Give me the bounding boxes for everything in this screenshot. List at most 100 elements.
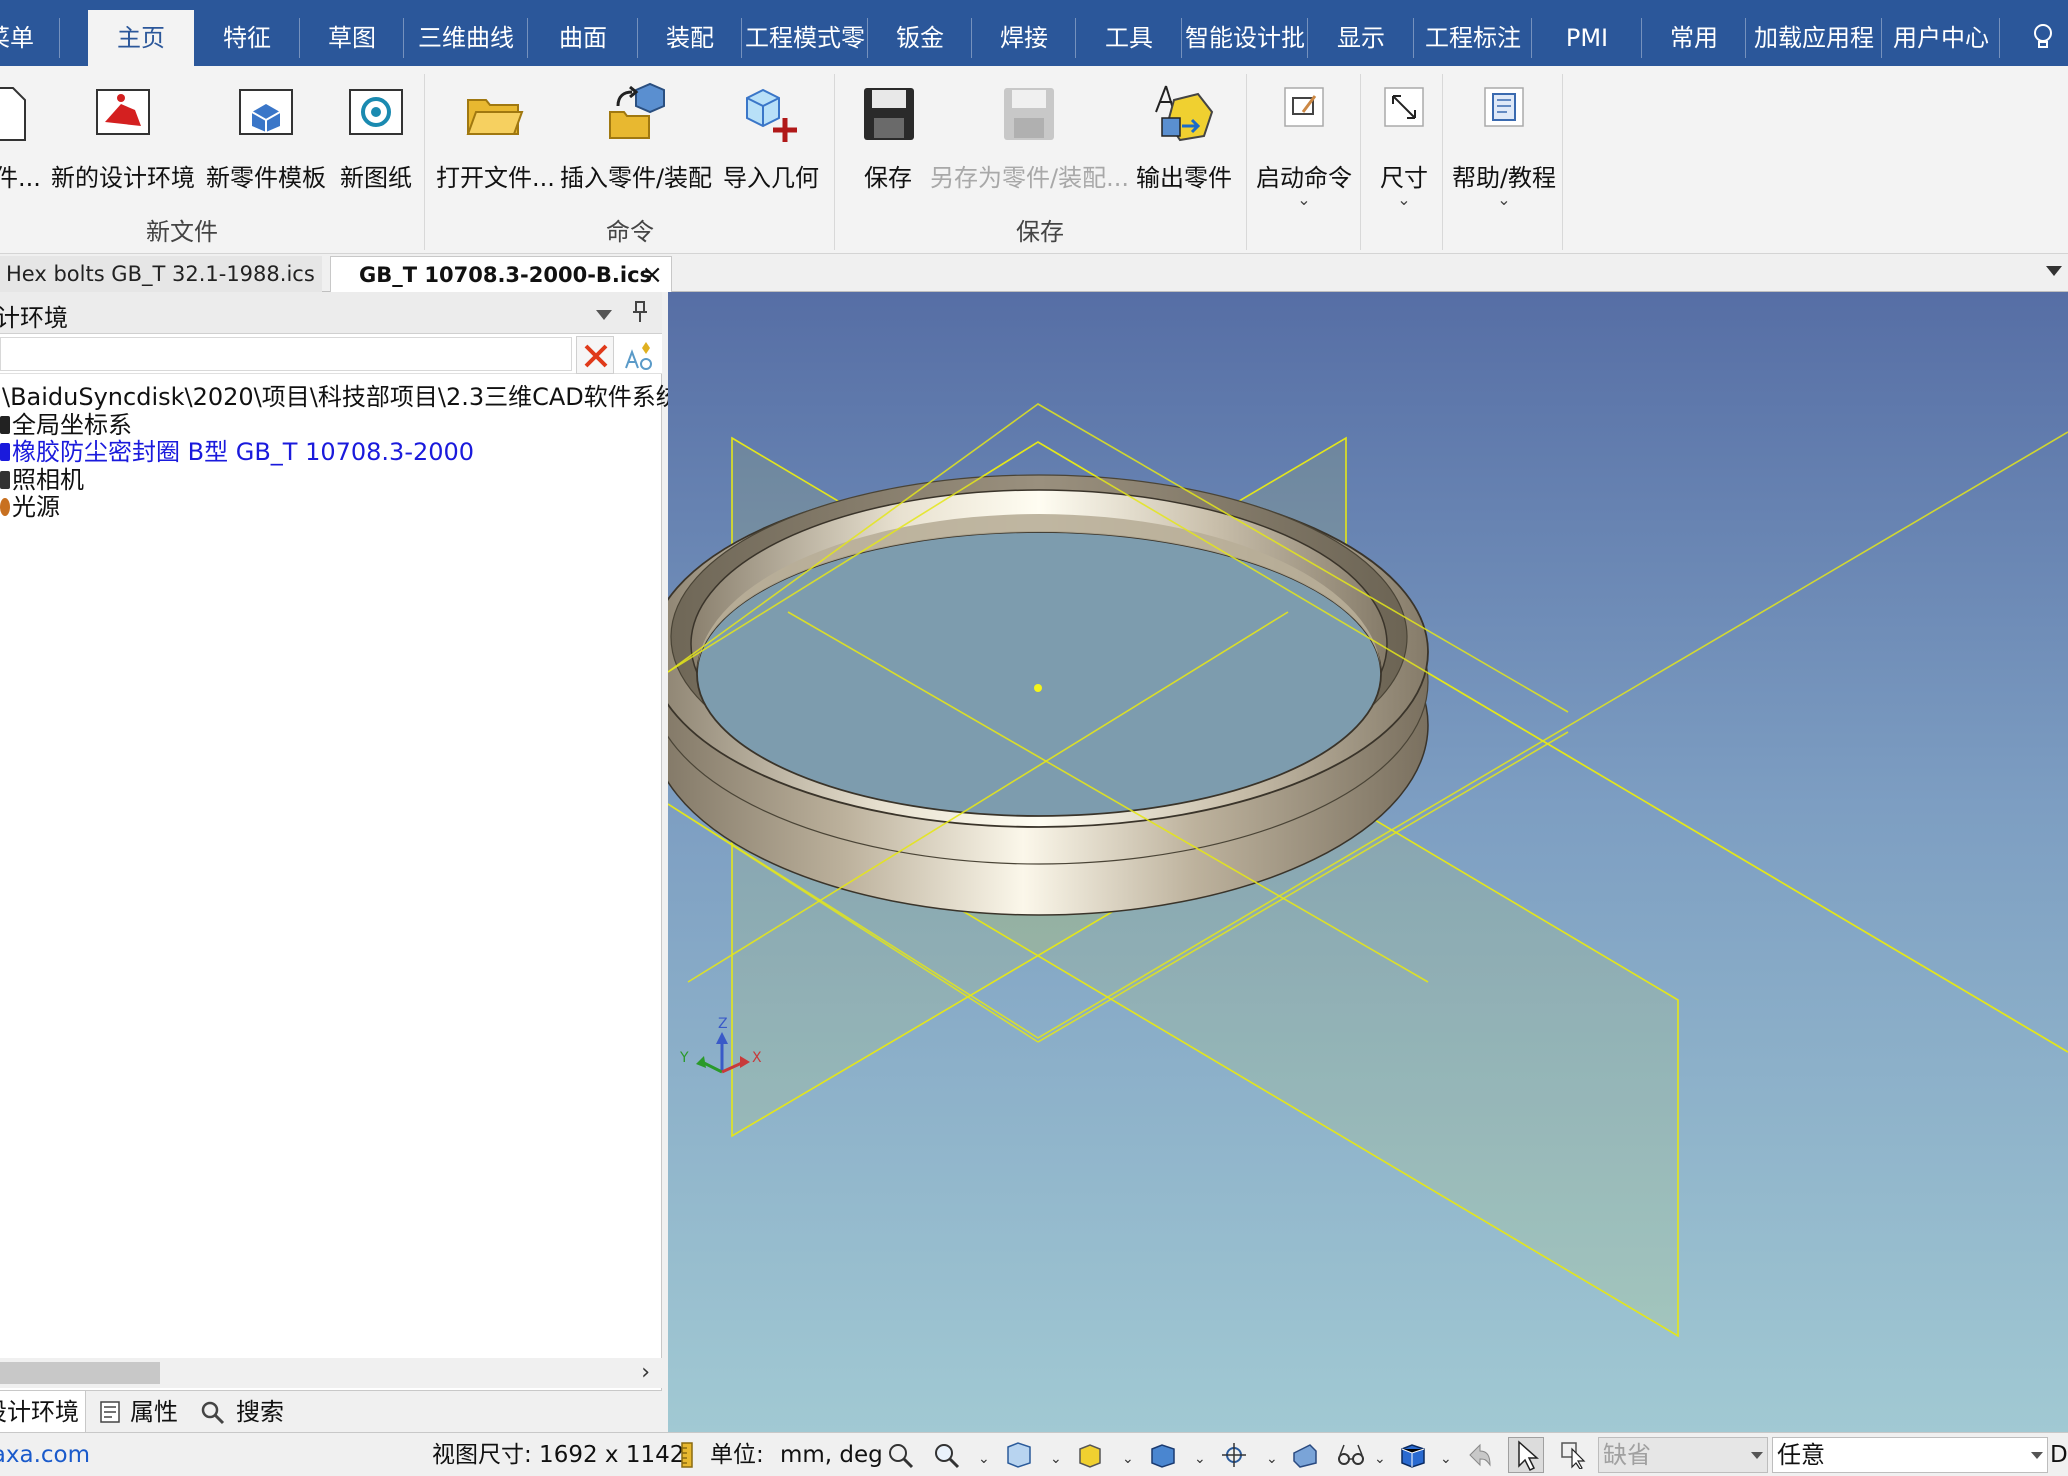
- cursor-icon: [1518, 1440, 1539, 1472]
- select-tool-button[interactable]: [1508, 1437, 1544, 1473]
- pin-icon[interactable]: [632, 300, 648, 324]
- design-environment-panel: 设计环境 \BaiduSyncdisk\2020\项目\科技部项目\2.3三维C…: [0, 292, 680, 1433]
- tab-search[interactable]: 搜索: [200, 1391, 300, 1433]
- scroll-right-icon[interactable]: ›: [641, 1360, 650, 1385]
- ribbon-tab[interactable]: 工程模式零: [742, 10, 868, 66]
- view-orient-icon[interactable]: [1004, 1441, 1034, 1469]
- panel-title: 设计环境: [0, 304, 68, 332]
- import-geometry-button[interactable]: 导入几何: [720, 78, 822, 208]
- close-icon: [584, 344, 608, 368]
- chevron-down-icon[interactable]: ⌄: [1122, 1451, 1134, 1467]
- axis-label-x: X: [752, 1050, 762, 1066]
- ribbon-tab[interactable]: 加载应用程: [1746, 10, 1882, 66]
- doc-tab-gb-t-10708[interactable]: GB_T 10708.3-2000-B.ics ×: [330, 256, 672, 292]
- tab-properties[interactable]: 属性: [100, 1391, 190, 1433]
- save-as-icon: [1004, 88, 1054, 140]
- ribbon-panel: 文件... 新的设计环境 新零件模板 新图纸 新文件 打开文件...: [0, 66, 2068, 254]
- ribbon-tab[interactable]: 智能设计批: [1182, 10, 1308, 66]
- units-value[interactable]: mm, deg: [780, 1433, 883, 1476]
- horizontal-scrollbar[interactable]: ›: [0, 1358, 662, 1388]
- ribbon-tab[interactable]: 曲面: [528, 10, 638, 66]
- group-separator: [1360, 74, 1361, 250]
- pick-cursor-icon[interactable]: [1560, 1441, 1590, 1469]
- export-part-button[interactable]: 输出零件: [1130, 78, 1238, 208]
- dimension-button[interactable]: 尺寸 ⌄: [1366, 78, 1442, 209]
- ribbon-tab-bar: 菜单主页特征草图三维曲线曲面装配工程模式零钣金焊接工具智能设计批显示工程标注PM…: [0, 0, 2068, 66]
- tab-separator: [1999, 18, 2000, 58]
- export-part-icon: [1155, 85, 1214, 142]
- group-separator: [1562, 74, 1563, 250]
- origin-point[interactable]: [1034, 684, 1042, 692]
- section-view-icon[interactable]: [1290, 1441, 1320, 1469]
- ribbon-tab[interactable]: 草图: [300, 10, 404, 66]
- lightbulb-icon[interactable]: [2030, 22, 2056, 52]
- zoom-icon[interactable]: [932, 1441, 962, 1469]
- ribbon-tab[interactable]: 装配: [638, 10, 742, 66]
- tab-list-dropdown-icon[interactable]: [2046, 266, 2062, 276]
- ribbon-tab[interactable]: 显示: [1308, 10, 1414, 66]
- group-label-command: 命令: [606, 218, 654, 246]
- chevron-down-icon[interactable]: ⌄: [1050, 1451, 1062, 1467]
- chevron-down-icon: [2031, 1452, 2043, 1459]
- doc-tab-hex-bolts[interactable]: Hex bolts GB_T 32.1-1988.ics: [0, 256, 322, 292]
- camera-tool-icon[interactable]: [1220, 1441, 1250, 1469]
- chevron-down-icon[interactable]: ⌄: [1266, 1451, 1278, 1467]
- chevron-down-icon[interactable]: ⌄: [1374, 1451, 1386, 1467]
- clear-search-button[interactable]: [576, 336, 614, 374]
- scrollbar-thumb[interactable]: [0, 1362, 160, 1384]
- ribbon-tab[interactable]: PMI: [1532, 10, 1642, 66]
- new-design-env-icon: [96, 89, 150, 135]
- ribbon-tab[interactable]: 主页: [88, 10, 194, 66]
- ribbon-tab[interactable]: 焊接: [972, 10, 1076, 66]
- group-label-new-file: 新文件: [146, 218, 218, 246]
- selection-filter-combo[interactable]: 任意: [1772, 1437, 2048, 1473]
- filter-icon[interactable]: [620, 338, 656, 374]
- website-link[interactable]: www.caxa.com: [0, 1433, 116, 1476]
- 3d-viewport[interactable]: Z Y X: [668, 292, 2068, 1432]
- display-mode-icon[interactable]: [1148, 1441, 1178, 1469]
- zoom-extents-icon[interactable]: [886, 1441, 916, 1469]
- open-file-button[interactable]: 打开文件...: [436, 78, 555, 208]
- new-file-button[interactable]: 文件...: [0, 78, 41, 208]
- ribbon-tab[interactable]: 钣金: [868, 10, 972, 66]
- tree-search-row: [0, 334, 662, 374]
- ribbon-tab[interactable]: 菜单: [0, 10, 60, 66]
- close-tab-icon[interactable]: ×: [641, 257, 663, 293]
- new-drawing-icon: [349, 89, 403, 135]
- save-button[interactable]: 保存: [848, 78, 928, 208]
- new-design-env-button[interactable]: 新的设计环境: [50, 78, 196, 208]
- undo-arrow-icon[interactable]: [1464, 1441, 1494, 1469]
- tab-design-environment[interactable]: 设计环境: [0, 1391, 86, 1433]
- chevron-down-icon[interactable]: ⌄: [1440, 1451, 1452, 1467]
- new-part-template-button[interactable]: 新零件模板: [204, 78, 328, 208]
- group-label-save: 保存: [1016, 218, 1064, 246]
- chevron-down-icon: ⌄: [1497, 190, 1511, 209]
- tab-separator: [59, 18, 60, 58]
- box-view-icon[interactable]: [1398, 1441, 1428, 1469]
- ribbon-tab[interactable]: 用户中心: [1882, 10, 2000, 66]
- ribbon-tab[interactable]: 工程标注: [1414, 10, 1532, 66]
- chevron-down-icon: [1751, 1452, 1763, 1459]
- axis-label-z: Z: [718, 1016, 728, 1032]
- search-icon: [201, 1401, 225, 1425]
- insert-part-button[interactable]: 插入零件/装配: [556, 78, 716, 208]
- status-trailing-text: D: [2050, 1442, 2068, 1468]
- chevron-down-icon: ⌄: [1397, 190, 1411, 209]
- ribbon-tab[interactable]: 特征: [194, 10, 300, 66]
- new-drawing-button[interactable]: 新图纸: [334, 78, 418, 208]
- tree-search-input[interactable]: [0, 337, 572, 371]
- document-tab-strip: Hex bolts GB_T 32.1-1988.ics GB_T 10708.…: [0, 254, 2068, 292]
- shading-icon[interactable]: [1076, 1441, 1106, 1469]
- panel-menu-dropdown-icon[interactable]: [596, 310, 612, 320]
- ribbon-tab[interactable]: 三维曲线: [404, 10, 528, 66]
- panel-header: 设计环境: [0, 292, 662, 334]
- start-command-button[interactable]: 启动命令 ⌄: [1252, 78, 1356, 209]
- chevron-down-icon[interactable]: ⌄: [978, 1451, 990, 1467]
- ribbon-tab[interactable]: 工具: [1076, 10, 1182, 66]
- panel-bottom-tabs: 设计环境 属性 搜索: [0, 1390, 662, 1433]
- chevron-down-icon[interactable]: ⌄: [1194, 1451, 1206, 1467]
- help-tutorial-button[interactable]: 帮助/教程 ⌄: [1448, 78, 1560, 209]
- glasses-icon[interactable]: [1336, 1441, 1366, 1469]
- ribbon-tab[interactable]: 常用: [1642, 10, 1746, 66]
- units-label: 单位:: [710, 1442, 764, 1468]
